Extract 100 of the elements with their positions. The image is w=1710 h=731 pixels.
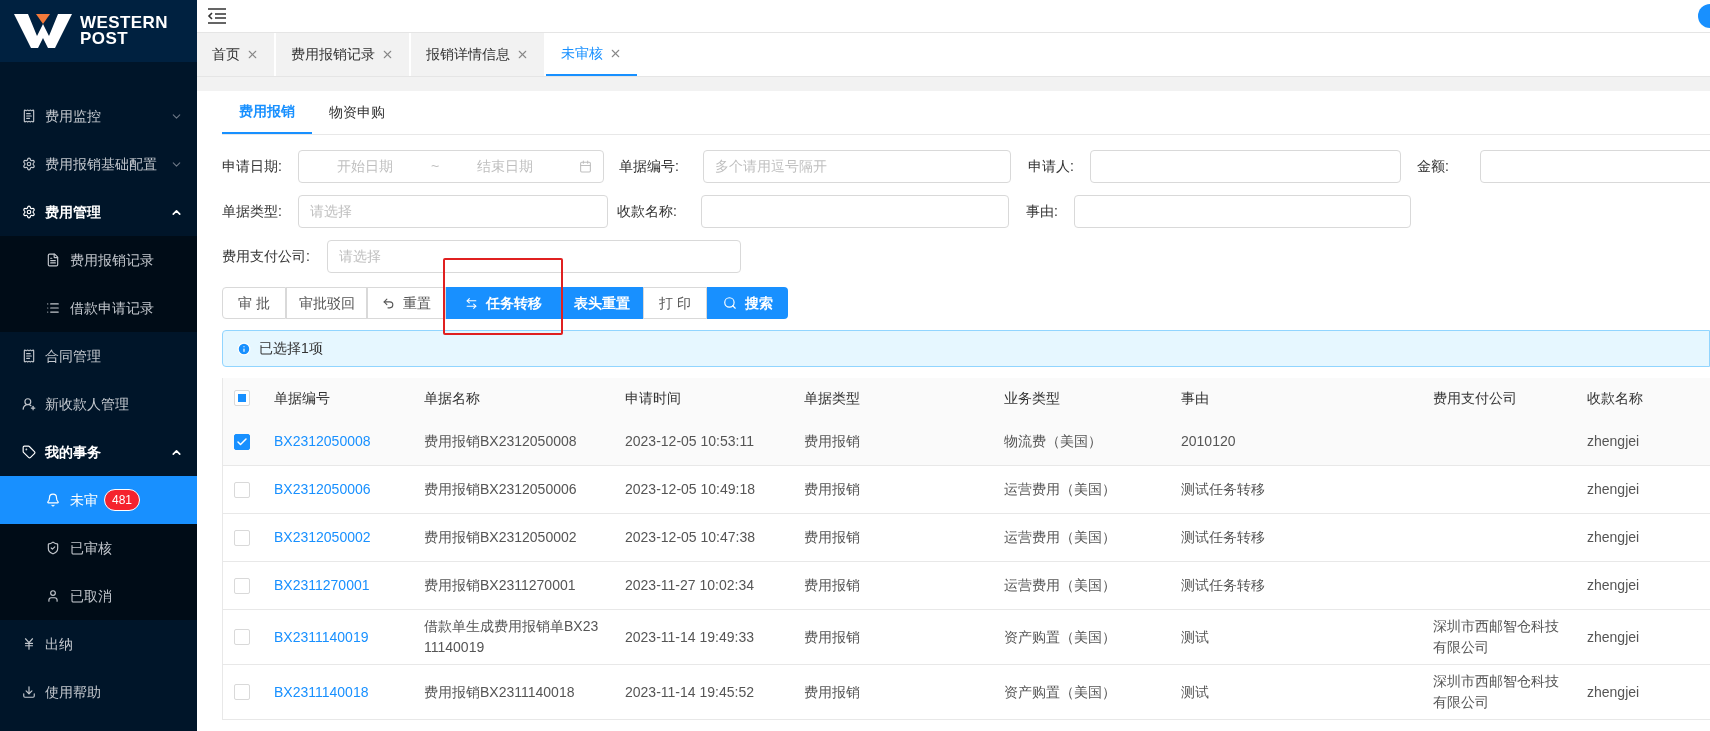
sub-tab[interactable]: 物资申购 <box>312 91 402 134</box>
table-cell: 运营费用（美国） <box>1004 529 1116 545</box>
table-cell: 费用报销BX2312050008 <box>424 433 577 449</box>
menu-item[interactable]: 费用管理 <box>0 188 197 236</box>
receipt-icon <box>22 349 36 363</box>
calendar-icon <box>579 160 592 173</box>
yen-icon <box>22 637 36 651</box>
table-cell: 资产购置（美国） <box>1004 683 1116 700</box>
close-icon[interactable] <box>381 48 394 61</box>
table-cell: zhengjei <box>1587 683 1640 700</box>
gear-icon <box>22 157 36 171</box>
table-cell: zhengjei <box>1587 628 1640 645</box>
gear-icon <box>22 205 36 219</box>
table-cell: 资产购置（美国） <box>1004 628 1116 645</box>
table-cell: 费用报销 <box>804 433 860 449</box>
column-header: 单据类型 <box>803 388 861 408</box>
table-cell: 2010120 <box>1181 433 1236 449</box>
menu-item[interactable]: 费用报销基础配置 <box>0 140 197 188</box>
alert-text: 已选择1项 <box>259 339 323 358</box>
submenu-item[interactable]: 费用报销记录 <box>0 236 197 284</box>
table-cell: 费用报销BX2311270001 <box>424 577 576 593</box>
table-cell: 运营费用（美国） <box>1004 481 1116 497</box>
search-icon <box>722 296 737 310</box>
user-plus-icon <box>22 397 36 411</box>
close-icon[interactable] <box>609 47 622 60</box>
table-cell: 费用报销 <box>804 628 860 645</box>
table-cell: zhengjei <box>1587 529 1640 545</box>
column-header: 单据编号 <box>273 388 331 408</box>
table-cell: 2023-11-27 10:02:34 <box>625 577 754 593</box>
table-cell: 测试 <box>1181 683 1209 700</box>
field-label: 申请日期: <box>222 157 283 176</box>
table-cell: 测试任务转移 <box>1181 481 1265 497</box>
table-cell: 费用报销BX2312050006 <box>424 481 577 497</box>
table-cell: 测试 <box>1181 628 1209 645</box>
info-icon <box>237 341 251 356</box>
page-tab[interactable]: 报销详情信息 <box>411 33 544 76</box>
action-button[interactable]: 审 批 <box>222 287 286 319</box>
menu-item[interactable]: 使用帮助 <box>0 668 197 716</box>
action-button[interactable]: 审批驳回 <box>286 287 367 319</box>
select-all-checkbox[interactable] <box>234 390 250 406</box>
column-header: 事由 <box>1180 388 1210 408</box>
count-badge: 481 <box>104 489 141 511</box>
table-cell: 2023-11-14 19:45:52 <box>625 683 754 700</box>
table-row[interactable]: BX2312050008 费用报销BX2312050008 2023-12-05 10:53:11 费用报销 物流费（美国） 2010120 zhengjei <box>223 418 1710 466</box>
submenu-item[interactable]: 已审核 <box>0 524 197 572</box>
page-tab[interactable]: 费用报销记录 <box>276 33 409 76</box>
document-icon <box>46 253 60 267</box>
action-button[interactable]: 重置 <box>367 287 446 319</box>
submenu-item[interactable]: 借款申请记录 <box>0 284 197 332</box>
action-button[interactable]: 打 印 <box>643 287 707 319</box>
submenu-item[interactable]: 未审 481 <box>0 476 197 524</box>
table-cell: 2023-12-05 10:47:38 <box>625 529 755 545</box>
input-field[interactable] <box>1480 150 1710 183</box>
column-header: 申请时间 <box>624 388 682 408</box>
table-cell: 物流费（美国） <box>1004 433 1102 449</box>
table-cell: 运营费用（美国） <box>1004 577 1116 593</box>
logo-icon <box>14 14 72 48</box>
column-header: 单据名称 <box>423 388 481 408</box>
input-field[interactable] <box>701 195 1009 228</box>
list-icon <box>46 301 60 315</box>
field-label: 单据类型: <box>222 202 283 221</box>
submenu-item[interactable]: 已取消 <box>0 572 197 620</box>
table-cell: 测试任务转移 <box>1181 529 1265 545</box>
row-checkbox[interactable] <box>234 433 250 450</box>
download-icon <box>22 685 36 699</box>
column-header: 费用支付公司 <box>1432 388 1518 408</box>
brand-name: WESTERN <box>80 15 168 31</box>
table-cell: zhengjei <box>1587 433 1640 449</box>
input-field[interactable] <box>1074 195 1411 228</box>
field-label: 单据编号: <box>619 157 680 176</box>
brand-name: POST <box>80 31 129 47</box>
table-cell: zhengjei <box>1587 481 1640 497</box>
table-cell: 测试任务转移 <box>1181 577 1265 593</box>
undo-icon <box>382 296 395 310</box>
column-header: 业务类型 <box>1003 388 1061 408</box>
table-cell: 借款单生成费用报销单BX2311140019 <box>424 618 599 655</box>
table-cell: 2023-12-05 10:49:18 <box>625 481 755 497</box>
collapse-menu-icon[interactable] <box>207 8 227 24</box>
page-tab[interactable]: 首页 <box>197 33 274 76</box>
bell-icon <box>46 493 60 507</box>
shield-check-icon <box>46 541 60 555</box>
table-cell: 2023-11-14 19:49:33 <box>625 628 754 645</box>
menu-item[interactable]: 费用监控 <box>0 92 197 140</box>
close-icon[interactable] <box>246 48 259 61</box>
input-field[interactable] <box>1090 150 1401 183</box>
swap-icon <box>464 296 478 310</box>
menu-item[interactable]: 新收款人管理 <box>0 380 197 428</box>
table-cell: 费用报销BX2312050002 <box>424 529 577 545</box>
tag-icon <box>22 445 36 459</box>
table-cell: 费用报销 <box>804 577 860 593</box>
table-cell: zhengjei <box>1587 577 1640 593</box>
menu-item[interactable]: 合同管理 <box>0 332 197 380</box>
table-cell: 费用报销 <box>804 683 860 700</box>
menu-item[interactable]: 出纳 <box>0 620 197 668</box>
field-label: 事由: <box>1026 202 1059 221</box>
menu-item[interactable]: 我的事务 <box>0 428 197 476</box>
receipt-icon <box>22 109 36 123</box>
close-icon[interactable] <box>516 48 529 61</box>
table-cell: 深圳市西邮智仓科技有限公司 <box>1433 618 1559 655</box>
table-cell: 费用报销 <box>804 481 860 497</box>
